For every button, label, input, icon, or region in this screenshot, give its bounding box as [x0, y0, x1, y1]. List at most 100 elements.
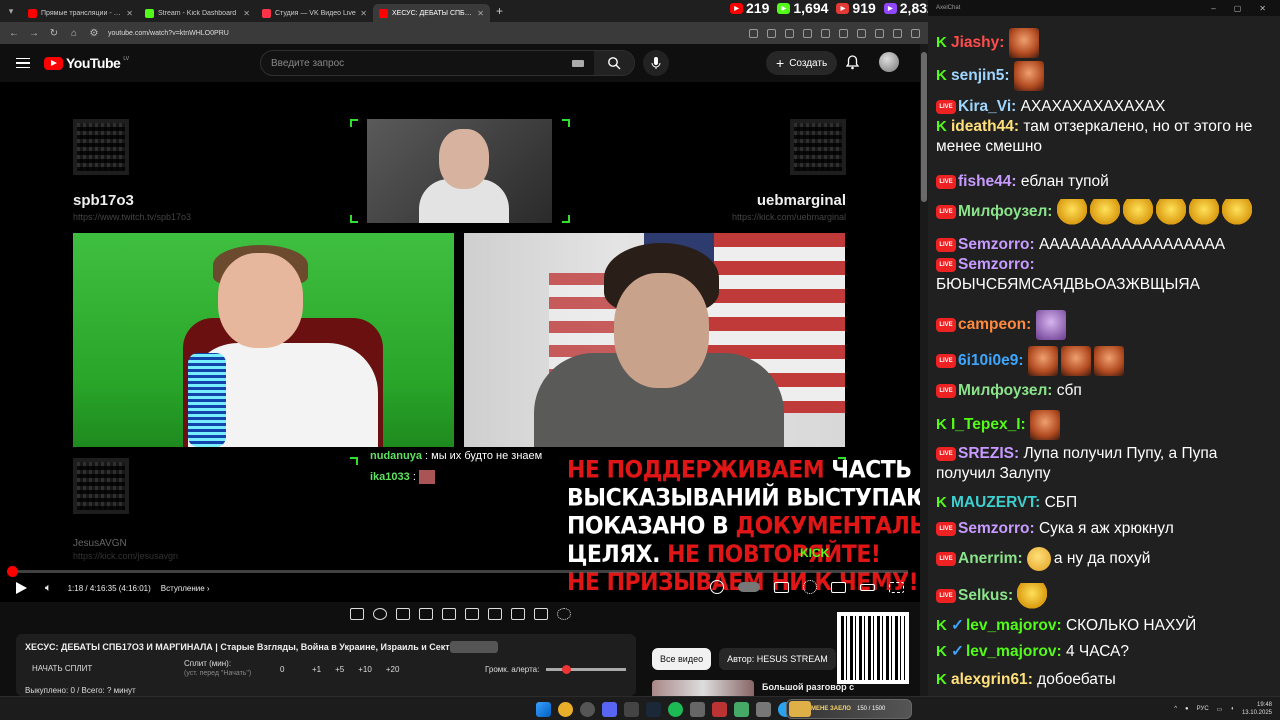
start-icon[interactable] — [536, 702, 551, 717]
video-settings-icon[interactable] — [396, 608, 410, 620]
mic-icon[interactable]: ● — [1185, 706, 1189, 712]
menu-icon[interactable] — [911, 28, 920, 38]
chat-username[interactable]: senjin5 — [951, 67, 1004, 84]
chat-username[interactable]: Милфоузел — [958, 203, 1047, 220]
extension-icon[interactable] — [821, 28, 830, 38]
fullscreen-icon[interactable] — [889, 581, 904, 593]
autoplay-toggle[interactable] — [738, 582, 760, 592]
spotify-icon[interactable] — [668, 702, 683, 717]
add-1-button[interactable]: +1 — [312, 665, 321, 674]
chat-username[interactable]: SREZIS — [958, 445, 1014, 462]
create-button[interactable]: + Создать — [766, 51, 838, 75]
extension-icon[interactable] — [767, 28, 776, 38]
heart-icon[interactable] — [710, 580, 724, 594]
reload-icon[interactable]: ↻ — [48, 28, 60, 39]
play-icon[interactable] — [16, 582, 27, 594]
chrome-icon[interactable] — [558, 702, 573, 717]
home-icon[interactable]: ⌂ — [68, 28, 80, 39]
video-player[interactable]: spb17o3 https://www.twitch.tv/spb17o3 ue… — [0, 82, 920, 602]
browser-tab[interactable]: Студия — VK Видео Live ✕ — [256, 4, 373, 22]
volume-icon[interactable]: 🔈︎ — [45, 582, 52, 595]
avatar[interactable] — [879, 52, 899, 72]
back-icon[interactable]: ← — [8, 28, 20, 39]
add-10-button[interactable]: +10 — [358, 665, 372, 674]
chat-username[interactable]: Jiashy — [951, 34, 999, 51]
chip-all-videos[interactable]: Все видео — [652, 648, 712, 670]
speed-icon[interactable] — [465, 608, 479, 620]
maximize-icon[interactable]: ▢ — [1234, 4, 1242, 13]
site-info-icon[interactable]: ⚙ — [88, 28, 100, 39]
chat-username[interactable]: fishe44 — [958, 173, 1011, 190]
add-20-button[interactable]: +20 — [386, 665, 400, 674]
broadcast-icon[interactable] — [373, 608, 387, 620]
search-input[interactable]: Введите запрос — [261, 58, 572, 69]
browser-tab[interactable]: ХЕСУС: ДЕБАТЫ СПБ17О3 И МАРГИНАЛА ✕ — [373, 4, 490, 22]
app-icon[interactable] — [690, 702, 705, 717]
clapperboard-icon[interactable] — [419, 608, 433, 620]
chat-username[interactable]: Semzorro — [958, 236, 1030, 253]
crop-icon[interactable] — [442, 608, 456, 620]
profile-icon[interactable] — [893, 28, 902, 38]
tab-search-button[interactable]: ▾ — [0, 0, 22, 22]
chat-username[interactable]: Semzorro — [958, 520, 1030, 537]
discord-icon[interactable] — [602, 702, 617, 717]
chat-username[interactable]: Anerrim — [958, 550, 1017, 567]
loop-icon[interactable] — [350, 608, 364, 620]
app-icon[interactable] — [712, 702, 727, 717]
voice-search-button[interactable] — [643, 50, 669, 76]
language-indicator[interactable]: РУС — [1197, 706, 1209, 712]
chat-username[interactable]: MAUZERVT — [951, 494, 1035, 511]
menu-hamburger-icon[interactable] — [16, 57, 30, 69]
start-split-button[interactable]: НАЧАТЬ СПЛИТ — [32, 664, 92, 673]
app-icon[interactable] — [624, 702, 639, 717]
chat-username[interactable]: ideath44 — [951, 118, 1014, 135]
browser-tab[interactable]: Прямые трансляции - YouTube ✕ — [22, 4, 139, 22]
chat-username[interactable]: Милфоузел — [958, 382, 1047, 399]
extension-icon[interactable] — [803, 28, 812, 38]
url-field[interactable]: youtube.com/watch?v=ktnWHLO0PRU — [108, 30, 229, 37]
search-button[interactable] — [594, 51, 634, 75]
download-icon[interactable] — [875, 28, 884, 38]
chat-username[interactable]: lev_majorov — [966, 643, 1056, 660]
extension-icon[interactable] — [749, 28, 758, 38]
keyboard-icon[interactable] — [572, 59, 584, 67]
obs-icon[interactable] — [580, 702, 595, 717]
chat-username[interactable]: Semzorro — [958, 256, 1030, 273]
chapter-button[interactable]: Вступление › — [161, 584, 210, 593]
subtitles-icon[interactable] — [774, 581, 789, 593]
tab-close-icon[interactable]: ✕ — [360, 9, 367, 18]
chat-username[interactable]: 6i10i0e9 — [958, 352, 1018, 369]
theater-mode-icon[interactable] — [860, 583, 875, 591]
chat-username[interactable]: lev_majorov — [966, 617, 1056, 634]
tab-close-icon[interactable]: ✕ — [477, 9, 484, 18]
browser-tab[interactable]: Stream - Kick Dashboard ✕ — [139, 4, 256, 22]
page-scrollbar[interactable] — [920, 44, 928, 696]
add-5-button[interactable]: +5 — [335, 665, 344, 674]
steam-icon[interactable] — [646, 702, 661, 717]
network-icon[interactable]: ▭ — [1217, 706, 1223, 713]
chat-username[interactable]: I_Tepex_I — [951, 416, 1021, 433]
taskbar-widget[interactable]: МЕНЕ ЗАЕЛО 150 / 1500 — [786, 699, 912, 719]
notifications-bell-icon[interactable] — [846, 55, 859, 70]
settings-gear-icon[interactable] — [803, 580, 817, 594]
recommended-video-title[interactable]: Большой разговор с — [762, 682, 854, 692]
close-icon[interactable]: ✕ — [1259, 4, 1266, 13]
extension-icon[interactable] — [785, 28, 794, 38]
app-icon[interactable] — [734, 702, 749, 717]
new-tab-button[interactable]: + — [490, 4, 509, 18]
extension-icon[interactable] — [857, 28, 866, 38]
camera-icon[interactable] — [534, 608, 548, 620]
forward-icon[interactable]: → — [28, 28, 40, 39]
screen-icon[interactable] — [488, 608, 502, 620]
extension-icon[interactable] — [839, 28, 848, 38]
speaker-icon[interactable]: ◖ — [1230, 706, 1234, 712]
app-icon[interactable] — [756, 702, 771, 717]
chat-username[interactable]: Kira_Vi — [958, 98, 1011, 115]
chat-username[interactable]: campeon — [958, 316, 1026, 333]
slider-handle[interactable] — [562, 665, 571, 674]
search-box[interactable]: Введите запрос — [260, 50, 635, 76]
chat-username[interactable]: Selkus — [958, 587, 1008, 604]
minimize-icon[interactable]: – — [1211, 4, 1215, 13]
miniplayer-icon[interactable] — [831, 581, 846, 593]
extension-settings-icon[interactable] — [557, 608, 571, 620]
